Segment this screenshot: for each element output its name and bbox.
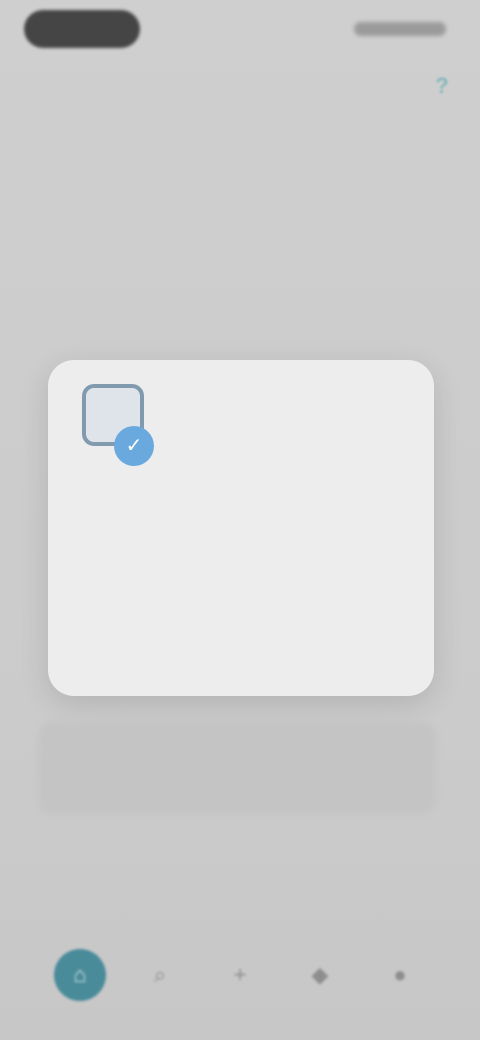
- add-icon: +: [233, 962, 247, 987]
- help-icon[interactable]: ?: [422, 66, 462, 106]
- status-time-pill: [24, 10, 140, 48]
- app-screen: ? ✓ ⌂ ⌕ + ◆ ●: [0, 0, 480, 1040]
- background-card: [38, 722, 436, 814]
- nav-home[interactable]: ⌂: [54, 949, 106, 1001]
- dialog-actions: [72, 628, 412, 672]
- dialog-heading: [66, 326, 416, 348]
- search-icon: ⌕: [153, 962, 167, 987]
- nav-search[interactable]: ⌕: [134, 949, 186, 1001]
- dialog-secondary-button[interactable]: [72, 630, 232, 670]
- permission-dialog: ✓: [48, 360, 434, 696]
- home-icon: ⌂: [73, 962, 87, 987]
- dialog-primary-button[interactable]: [272, 630, 412, 670]
- status-bar: [0, 0, 480, 64]
- nav-add[interactable]: +: [214, 949, 266, 1001]
- document-shield-icon: ✓: [76, 380, 156, 468]
- status-indicators: [354, 22, 446, 36]
- nav-profile[interactable]: ●: [374, 949, 426, 1001]
- profile-icon: ●: [393, 962, 407, 987]
- nav-notifications[interactable]: ◆: [294, 949, 346, 1001]
- bottom-navigation: ⌂ ⌕ + ◆ ●: [0, 935, 480, 1015]
- shield-icon: ✓: [114, 426, 154, 466]
- bell-icon: ◆: [311, 962, 329, 987]
